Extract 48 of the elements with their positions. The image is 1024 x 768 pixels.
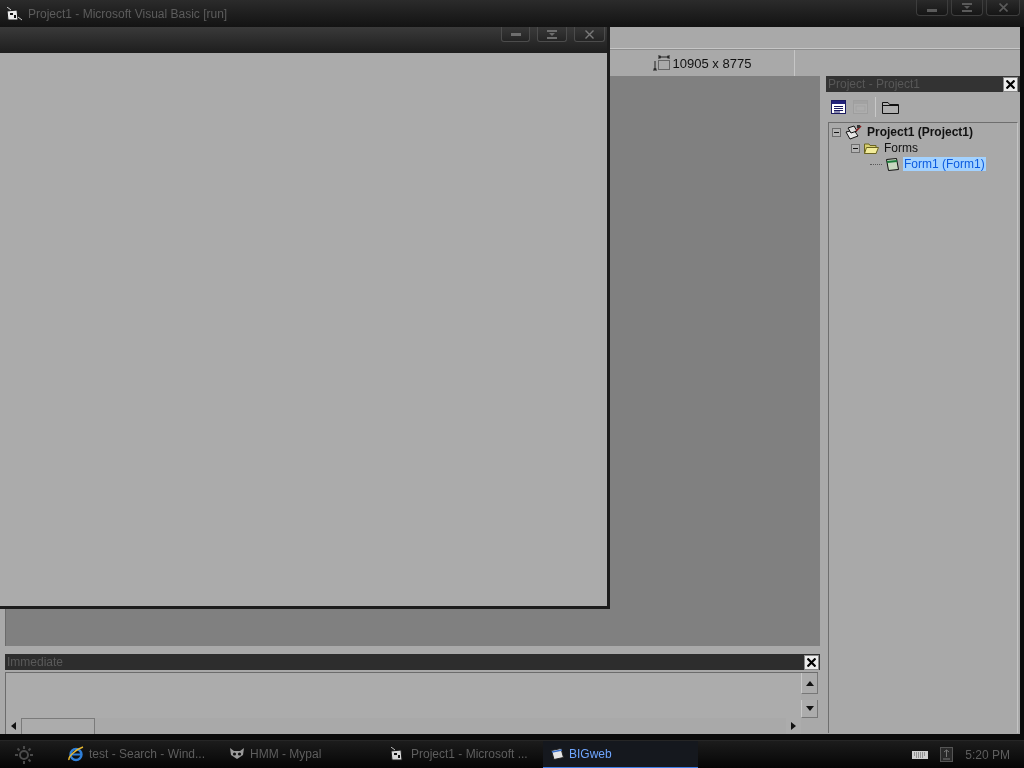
scrollbar-thumb[interactable] xyxy=(21,718,95,734)
app-icon xyxy=(6,6,22,21)
minimize-button[interactable] xyxy=(916,0,948,16)
arrow-left-icon xyxy=(11,722,16,730)
taskbar-button[interactable]: HMM - Mypal xyxy=(221,740,376,768)
arrow-down-icon xyxy=(805,706,814,711)
taskbar-button[interactable]: test - Search - Wind... xyxy=(60,740,215,768)
minus-box-icon[interactable] xyxy=(851,143,860,153)
close-button[interactable] xyxy=(1003,76,1018,92)
clock: 5:20 PM xyxy=(965,746,1010,764)
arrow-box-icon xyxy=(940,747,954,762)
sun-icon xyxy=(14,744,34,765)
close-button[interactable] xyxy=(804,654,819,670)
cat-face-icon xyxy=(229,747,245,760)
keyboard-icon xyxy=(912,750,929,759)
close-icon xyxy=(585,29,594,39)
taskbar-button[interactable]: BIGweb xyxy=(543,740,698,768)
restore-icon xyxy=(547,29,557,39)
minimize-icon xyxy=(927,9,937,12)
restore-button[interactable] xyxy=(951,0,983,16)
restore-button[interactable] xyxy=(537,27,567,42)
project-icon xyxy=(845,124,862,140)
minimize-icon xyxy=(510,32,521,36)
arrow-right-icon xyxy=(791,722,796,730)
scroll-up-button[interactable] xyxy=(801,673,818,694)
code-window-icon xyxy=(831,100,846,114)
size-readout: 10905 x 8775 xyxy=(672,55,752,71)
browser-icon xyxy=(68,745,84,762)
close-icon xyxy=(1006,79,1015,89)
folder-icon xyxy=(882,100,899,114)
window-icon xyxy=(551,747,564,760)
minimize-button[interactable] xyxy=(501,27,530,42)
tree-item[interactable]: Forms xyxy=(883,141,919,155)
close-icon xyxy=(998,3,1008,12)
window-title: Project1 - Microsoft Visual Basic [run] xyxy=(28,6,228,21)
close-icon xyxy=(807,657,816,667)
tree-item[interactable]: Project1 (Project1) xyxy=(866,125,975,139)
scroll-down-button[interactable] xyxy=(801,700,818,718)
tree-item[interactable]: Form1 (Form1) xyxy=(903,157,986,171)
form-icon xyxy=(886,157,899,171)
immediate-input-field[interactable] xyxy=(5,672,801,718)
taskbar-button[interactable]: Project1 - Microsoft ... xyxy=(382,740,537,768)
arrow-up-icon xyxy=(805,680,814,686)
restore-icon xyxy=(962,3,972,12)
app-icon xyxy=(390,746,406,761)
size-icon xyxy=(652,55,671,71)
folder-icon xyxy=(864,142,879,154)
minus-box-icon[interactable] xyxy=(832,127,841,137)
